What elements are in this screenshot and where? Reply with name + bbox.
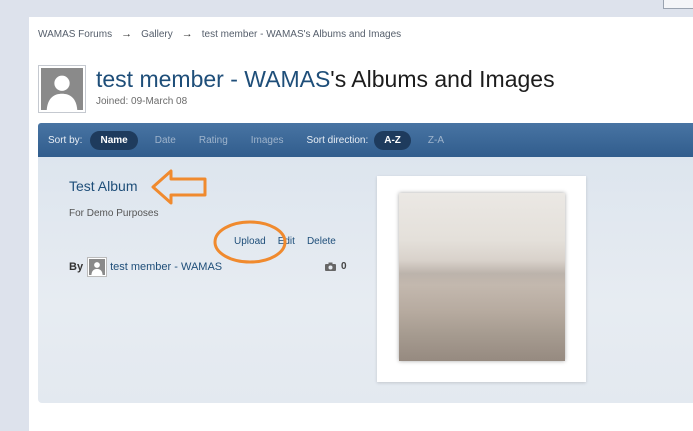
image-count: 0 <box>325 261 347 272</box>
window-corner-widget <box>663 0 693 9</box>
sort-option-date[interactable]: Date <box>149 132 182 149</box>
camera-icon <box>325 262 336 271</box>
breadcrumb-forums[interactable]: WAMAS Forums <box>38 29 112 40</box>
album-cover-image[interactable] <box>399 193 565 361</box>
owner-avatar[interactable] <box>87 257 108 277</box>
album-cover-frame[interactable] <box>377 176 586 382</box>
breadcrumb-current: test member - WAMAS's Albums and Images <box>201 28 402 40</box>
breadcrumb-gallery[interactable]: Gallery <box>141 29 173 40</box>
delete-link[interactable]: Delete <box>307 236 336 247</box>
sort-option-images[interactable]: Images <box>245 132 290 149</box>
image-count-value: 0 <box>341 261 347 272</box>
sort-option-rating[interactable]: Rating <box>193 132 234 149</box>
sort-direction-label: Sort direction: <box>306 134 369 146</box>
sort-by-label: Sort by: <box>48 134 83 146</box>
breadcrumb-separator: → <box>121 28 133 40</box>
page-title: test member - WAMAS's Albums and Images <box>96 66 555 93</box>
album-description: For Demo Purposes <box>69 208 159 219</box>
album-card: Test Album For Demo Purposes Upload Edit… <box>38 157 693 403</box>
upload-link[interactable]: Upload <box>234 236 266 247</box>
breadcrumb: WAMAS Forums → Gallery → test member - W… <box>38 28 401 40</box>
page-title-suffix: 's Albums and Images <box>330 66 555 92</box>
gallery-page: WAMAS Forums → Gallery → test member - W… <box>29 17 693 431</box>
edit-link[interactable]: Edit <box>278 236 295 247</box>
album-owner-row: By test member - WAMAS <box>69 257 222 277</box>
owner-name-link[interactable]: test member - WAMAS <box>110 261 222 273</box>
by-label: By <box>69 261 84 273</box>
sort-direction-za[interactable]: Z-A <box>422 132 450 149</box>
album-actions: Upload Edit Delete <box>234 236 348 247</box>
joined-date: Joined: 09-March 08 <box>96 96 188 107</box>
sort-direction-az[interactable]: A-Z <box>374 130 411 150</box>
sort-bar: Sort by: Name Date Rating Images Sort di… <box>38 123 693 157</box>
breadcrumb-separator: → <box>181 28 193 40</box>
member-name-link[interactable]: test member - WAMAS <box>96 66 330 92</box>
album-title[interactable]: Test Album <box>69 178 137 194</box>
user-silhouette-icon <box>41 68 83 110</box>
sort-option-name[interactable]: Name <box>90 130 138 150</box>
user-silhouette-icon <box>89 259 106 275</box>
profile-photo[interactable] <box>38 65 86 113</box>
